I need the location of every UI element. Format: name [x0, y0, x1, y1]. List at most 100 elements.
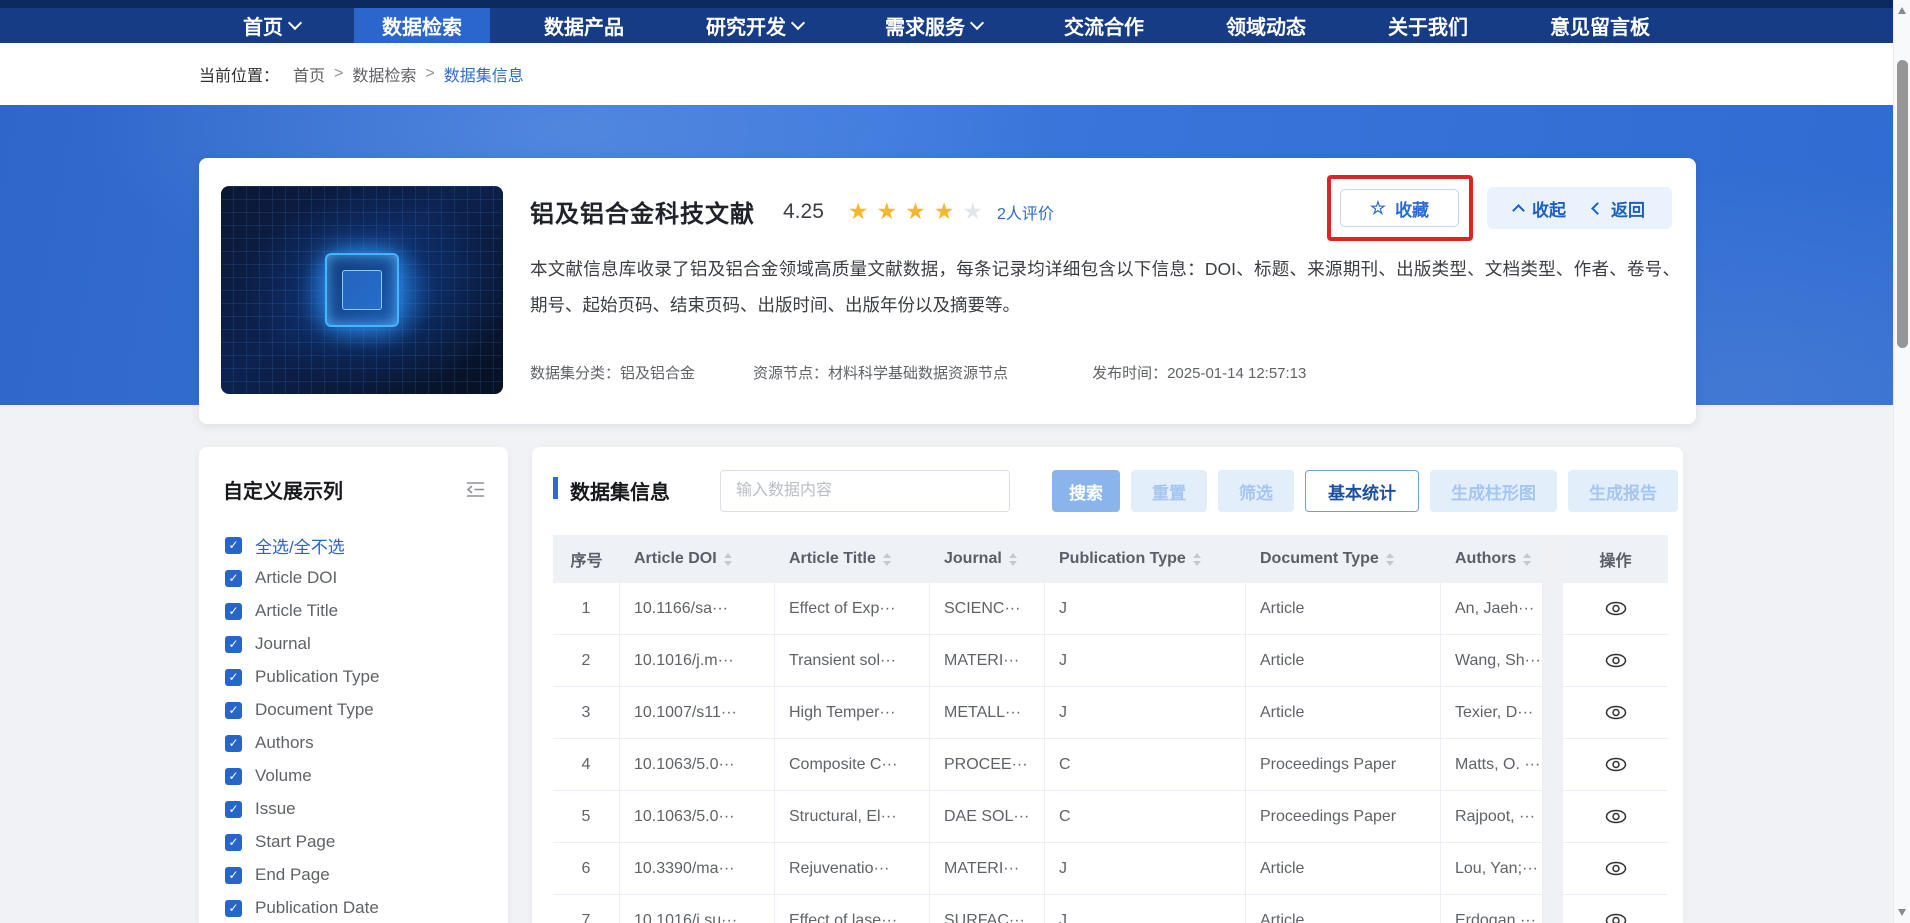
column-header-journal[interactable]: Journal [930, 535, 1045, 583]
nav-item-about-us[interactable]: 关于我们 [1360, 8, 1496, 43]
nav-item-home[interactable]: 首页 [215, 8, 328, 43]
column-toggle-document-type[interactable]: ✓ Document Type [225, 700, 379, 720]
column-toggle-label: Publication Type [255, 667, 379, 687]
breadcrumb-separator: > [425, 65, 434, 83]
nav-item-label: 首页 [243, 11, 283, 40]
table-row: 4 10.1063/5.0··· Composite C··· PROCEE··… [553, 739, 1668, 791]
cell-index: 4 [553, 739, 620, 791]
cell-publication-type: J [1045, 583, 1246, 635]
cell-article-title: Transient sol··· [775, 635, 930, 687]
cell-article-doi: 10.1166/sa··· [620, 583, 775, 635]
checkbox-checked-icon: ✓ [225, 900, 242, 917]
nav-item-research[interactable]: 研究开发 [678, 8, 831, 43]
meta-category: 数据集分类：铝及铝合金 [530, 362, 695, 383]
star-icon[interactable]: ★ [962, 200, 983, 223]
column-header-index: 序号 [553, 535, 620, 583]
star-icon[interactable]: ★ [848, 200, 869, 223]
column-toggle-start-page[interactable]: ✓ Start Page [225, 832, 379, 852]
column-toggle-article-doi[interactable]: ✓ Article DOI [225, 568, 379, 588]
eye-icon [1605, 809, 1627, 824]
view-row-button[interactable] [1605, 913, 1627, 923]
cell-article-title: Effect of Exp··· [775, 583, 930, 635]
scrollbar-up-arrow[interactable] [1898, 7, 1906, 14]
search-input[interactable] [720, 470, 1010, 512]
column-toggle-article-title[interactable]: ✓ Article Title [225, 601, 379, 621]
nav-item-cooperation[interactable]: 交流合作 [1036, 8, 1172, 43]
favorite-button[interactable]: ☆ 收藏 [1340, 189, 1459, 227]
column-toggle-select-all[interactable]: ✓ 全选/全不选 [225, 535, 379, 555]
generate-bar-chart-button[interactable]: 生成柱形图 [1430, 470, 1557, 512]
scrollbar-thumb[interactable] [1897, 60, 1908, 348]
column-toggle-journal[interactable]: ✓ Journal [225, 634, 379, 654]
table-scroll-gutter [1543, 739, 1563, 791]
page: 首页 数据检索 数据产品 研究开发 需求服务 交流合作 领域动态 关于我们 意见… [0, 0, 1910, 923]
nav-item-news[interactable]: 领域动态 [1198, 8, 1334, 43]
checkbox-checked-icon: ✓ [225, 603, 242, 620]
search-button[interactable]: 搜索 [1052, 470, 1120, 512]
sort-icon[interactable] [1386, 553, 1394, 566]
dataset-title-row: 铝及铝合金科技文献 4.25 ★ ★ ★ ★ ★ 2人评价 [530, 194, 1054, 229]
meta-publish-time: 发布时间：2025-01-14 12:57:13 [1092, 362, 1306, 383]
checkbox-checked-icon: ✓ [225, 735, 242, 752]
breadcrumb-section-link[interactable]: 数据检索 [352, 62, 416, 86]
column-toggle-label: 全选/全不选 [255, 533, 345, 558]
basic-stats-button[interactable]: 基本统计 [1305, 470, 1419, 512]
column-toggle-publication-date[interactable]: ✓ Publication Date [225, 898, 379, 918]
table-row: 2 10.1016/j.m··· Transient sol··· MATERI… [553, 635, 1668, 687]
checkbox-checked-icon: ✓ [225, 636, 242, 653]
column-toggle-issue[interactable]: ✓ Issue [225, 799, 379, 819]
column-toggle-authors[interactable]: ✓ Authors [225, 733, 379, 753]
collapse-button[interactable]: 收起 [1514, 196, 1566, 221]
nav-item-data-search[interactable]: 数据检索 [354, 8, 490, 43]
cell-article-title: High Temper··· [775, 687, 930, 739]
sort-icon[interactable] [1523, 553, 1531, 566]
cell-authors: An, Jaeh··· [1441, 583, 1543, 635]
column-header-publication-type[interactable]: Publication Type [1045, 535, 1246, 583]
view-row-button[interactable] [1605, 757, 1627, 772]
filter-button[interactable]: 筛选 [1218, 470, 1294, 512]
section-title: 数据集信息 [570, 476, 670, 505]
nav-item-feedback[interactable]: 意见留言板 [1522, 8, 1678, 43]
chevron-down-icon [791, 15, 805, 29]
view-row-button[interactable] [1605, 861, 1627, 876]
table-scroll-gutter [1543, 843, 1563, 895]
column-header-document-type[interactable]: Document Type [1246, 535, 1441, 583]
column-toggle-volume[interactable]: ✓ Volume [225, 766, 379, 786]
cell-index: 7 [553, 895, 620, 923]
view-row-button[interactable] [1605, 601, 1627, 616]
view-row-button[interactable] [1605, 653, 1627, 668]
reset-button[interactable]: 重置 [1131, 470, 1207, 512]
star-icon[interactable]: ★ [877, 200, 898, 223]
rating-count-link[interactable]: 2人评价 [997, 200, 1054, 224]
sort-icon[interactable] [1009, 553, 1017, 566]
chevron-left-icon [1591, 202, 1604, 215]
fold-panel-icon[interactable] [465, 481, 486, 498]
breadcrumb-home-link[interactable]: 首页 [293, 62, 325, 86]
nav-item-data-products[interactable]: 数据产品 [516, 8, 652, 43]
column-toggle-end-page[interactable]: ✓ End Page [225, 865, 379, 885]
checkbox-checked-icon: ✓ [225, 867, 242, 884]
back-button[interactable]: 返回 [1593, 196, 1645, 221]
breadcrumb-prefix: 当前位置： [199, 62, 279, 86]
dataset-hero-card: 铝及铝合金科技文献 4.25 ★ ★ ★ ★ ★ 2人评价 本文献信息库收录了铝… [199, 158, 1696, 424]
sort-icon[interactable] [1193, 553, 1201, 566]
table-scroll-gutter [1543, 635, 1563, 687]
sort-icon[interactable] [724, 553, 732, 566]
view-row-button[interactable] [1605, 809, 1627, 824]
star-icon[interactable]: ★ [905, 200, 926, 223]
column-header-article-doi[interactable]: Article DOI [620, 535, 775, 583]
page-scrollbar[interactable] [1893, 0, 1910, 923]
star-icon[interactable]: ★ [934, 200, 955, 223]
nav-item-label: 交流合作 [1064, 11, 1144, 40]
nav-item-demand-services[interactable]: 需求服务 [857, 8, 1010, 43]
nav-item-label: 意见留言板 [1550, 11, 1650, 40]
scrollbar-down-arrow[interactable] [1898, 909, 1906, 916]
column-header-article-title[interactable]: Article Title [775, 535, 930, 583]
star-rating[interactable]: ★ ★ ★ ★ ★ [848, 200, 983, 223]
view-row-button[interactable] [1605, 705, 1627, 720]
nav-item-label: 研究开发 [706, 11, 786, 40]
column-toggle-publication-type[interactable]: ✓ Publication Type [225, 667, 379, 687]
generate-report-button[interactable]: 生成报告 [1568, 470, 1678, 512]
sort-icon[interactable] [883, 553, 891, 566]
column-header-authors[interactable]: Authors [1441, 535, 1543, 583]
